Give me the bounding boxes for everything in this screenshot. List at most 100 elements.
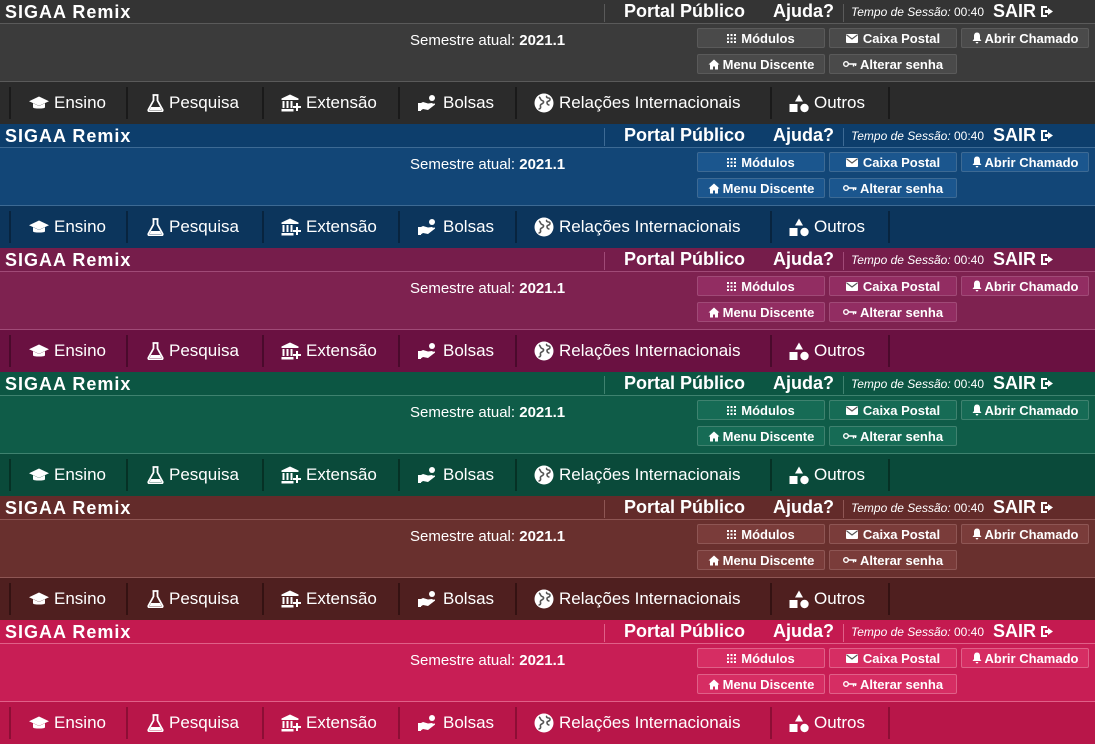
nav-item-outros[interactable]: Outros: [789, 702, 865, 744]
nav-item-pesquisa[interactable]: Pesquisa: [147, 454, 239, 496]
menu-discente-button[interactable]: Menu Discente: [697, 674, 825, 694]
nav-item-bolsas[interactable]: Bolsas: [418, 702, 494, 744]
alterar-senha-button[interactable]: Alterar senha: [829, 674, 957, 694]
flask-icon: [147, 94, 164, 112]
portal-publico-link[interactable]: Portal Público: [624, 124, 745, 147]
nav-item-relacoes-internacionais[interactable]: Relações Internacionais: [534, 454, 740, 496]
logout-button[interactable]: SAIR: [993, 372, 1055, 395]
nav-item-relacoes-internacionais[interactable]: Relações Internacionais: [534, 702, 740, 744]
logout-button[interactable]: SAIR: [993, 620, 1055, 643]
envelope-icon: [845, 529, 858, 539]
modulos-button[interactable]: Módulos: [697, 400, 825, 420]
portal-publico-link[interactable]: Portal Público: [624, 496, 745, 519]
nav-item-bolsas[interactable]: Bolsas: [418, 578, 494, 620]
logout-button[interactable]: SAIR: [993, 496, 1055, 519]
abrir-chamado-button[interactable]: Abrir Chamado: [961, 152, 1089, 172]
alterar-senha-button[interactable]: Alterar senha: [829, 426, 957, 446]
menu-discente-button[interactable]: Menu Discente: [697, 302, 825, 322]
theme-stack: SIGAA Remix Portal Público Ajuda? Tempo …: [0, 0, 1095, 744]
abrir-chamado-button[interactable]: Abrir Chamado: [961, 400, 1089, 420]
ajuda-link[interactable]: Ajuda?: [773, 0, 834, 23]
nav-item-extensao[interactable]: Extensão: [281, 330, 377, 372]
nav-item-outros[interactable]: Outros: [789, 206, 865, 248]
nav-item-outros[interactable]: Outros: [789, 82, 865, 124]
nav-item-relacoes-internacionais[interactable]: Relações Internacionais: [534, 578, 740, 620]
bell-icon: [972, 280, 982, 292]
nav-item-extensao[interactable]: Extensão: [281, 454, 377, 496]
nav-item-ensino[interactable]: Ensino: [29, 702, 106, 744]
nav-item-relacoes-internacionais[interactable]: Relações Internacionais: [534, 330, 740, 372]
top-links: Portal Público Ajuda? Tempo de Sessão: 0…: [604, 0, 1055, 23]
caixa-postal-button[interactable]: Caixa Postal: [829, 400, 957, 420]
ajuda-link[interactable]: Ajuda?: [773, 372, 834, 395]
caixa-postal-button[interactable]: Caixa Postal: [829, 152, 957, 172]
ajuda-link[interactable]: Ajuda?: [773, 124, 834, 147]
alterar-senha-button[interactable]: Alterar senha: [829, 178, 957, 198]
nav-item-bolsas[interactable]: Bolsas: [418, 206, 494, 248]
nav-item-ensino[interactable]: Ensino: [29, 330, 106, 372]
nav-item-pesquisa[interactable]: Pesquisa: [147, 82, 239, 124]
nav-item-pesquisa[interactable]: Pesquisa: [147, 330, 239, 372]
nav-item-extensao[interactable]: Extensão: [281, 206, 377, 248]
portal-publico-link[interactable]: Portal Público: [624, 372, 745, 395]
current-semester: Semestre atual: 2021.1: [410, 156, 565, 173]
alterar-senha-label: Alterar senha: [859, 304, 944, 320]
key-icon: [842, 557, 857, 563]
portal-publico-link[interactable]: Portal Público: [624, 620, 745, 643]
brand-title: SIGAA Remix: [5, 622, 132, 642]
nav-item-pesquisa[interactable]: Pesquisa: [147, 206, 239, 248]
alterar-senha-button[interactable]: Alterar senha: [829, 302, 957, 322]
main-nav: Ensino Pesquisa Extensão Bolsas Relações…: [0, 702, 1095, 744]
nav-item-extensao[interactable]: Extensão: [281, 82, 377, 124]
nav-item-outros[interactable]: Outros: [789, 454, 865, 496]
menu-discente-button[interactable]: Menu Discente: [697, 550, 825, 570]
caixa-postal-button[interactable]: Caixa Postal: [829, 276, 957, 296]
abrir-chamado-button[interactable]: Abrir Chamado: [961, 524, 1089, 544]
nav-item-bolsas[interactable]: Bolsas: [418, 330, 494, 372]
nav-item-extensao[interactable]: Extensão: [281, 578, 377, 620]
ajuda-link[interactable]: Ajuda?: [773, 248, 834, 271]
nav-item-ensino[interactable]: Ensino: [29, 82, 106, 124]
abrir-chamado-button[interactable]: Abrir Chamado: [961, 28, 1089, 48]
caixa-postal-button[interactable]: Caixa Postal: [829, 648, 957, 668]
logout-button[interactable]: SAIR: [993, 124, 1055, 147]
menu-discente-button[interactable]: Menu Discente: [697, 178, 825, 198]
nav-item-extensao[interactable]: Extensão: [281, 702, 377, 744]
nav-separator: [262, 583, 264, 615]
nav-item-outros[interactable]: Outros: [789, 578, 865, 620]
nav-item-ensino[interactable]: Ensino: [29, 578, 106, 620]
nav-item-relacoes-internacionais[interactable]: Relações Internacionais: [534, 206, 740, 248]
nav-item-relacoes-internacionais[interactable]: Relações Internacionais: [534, 82, 740, 124]
nav-item-ensino[interactable]: Ensino: [29, 454, 106, 496]
menu-discente-button[interactable]: Menu Discente: [697, 54, 825, 74]
menu-discente-button[interactable]: Menu Discente: [697, 426, 825, 446]
bell-icon: [972, 528, 982, 540]
session-timer: Tempo de Sessão: 00:40: [851, 0, 984, 24]
abrir-chamado-button[interactable]: Abrir Chamado: [961, 648, 1089, 668]
alterar-senha-button[interactable]: Alterar senha: [829, 550, 957, 570]
nav-item-outros[interactable]: Outros: [789, 330, 865, 372]
portal-publico-link[interactable]: Portal Público: [624, 0, 745, 23]
ajuda-link[interactable]: Ajuda?: [773, 496, 834, 519]
modulos-button[interactable]: Módulos: [697, 524, 825, 544]
logout-button[interactable]: SAIR: [993, 248, 1055, 271]
nav-separator: [888, 459, 890, 491]
ajuda-link[interactable]: Ajuda?: [773, 620, 834, 643]
caixa-postal-button[interactable]: Caixa Postal: [829, 524, 957, 544]
alterar-senha-button[interactable]: Alterar senha: [829, 54, 957, 74]
nav-item-pesquisa[interactable]: Pesquisa: [147, 578, 239, 620]
logout-button[interactable]: SAIR: [993, 0, 1055, 23]
nav-item-ensino[interactable]: Ensino: [29, 206, 106, 248]
abrir-chamado-button[interactable]: Abrir Chamado: [961, 276, 1089, 296]
modulos-button[interactable]: Módulos: [697, 648, 825, 668]
nav-item-bolsas[interactable]: Bolsas: [418, 454, 494, 496]
nav-item-bolsas[interactable]: Bolsas: [418, 82, 494, 124]
caixa-postal-button[interactable]: Caixa Postal: [829, 28, 957, 48]
nav-label-pesquisa: Pesquisa: [169, 589, 239, 608]
modulos-button[interactable]: Módulos: [697, 276, 825, 296]
portal-publico-link[interactable]: Portal Público: [624, 248, 745, 271]
modulos-button[interactable]: Módulos: [697, 28, 825, 48]
modulos-button[interactable]: Módulos: [697, 152, 825, 172]
sign-out-icon: [1041, 6, 1054, 17]
nav-item-pesquisa[interactable]: Pesquisa: [147, 702, 239, 744]
